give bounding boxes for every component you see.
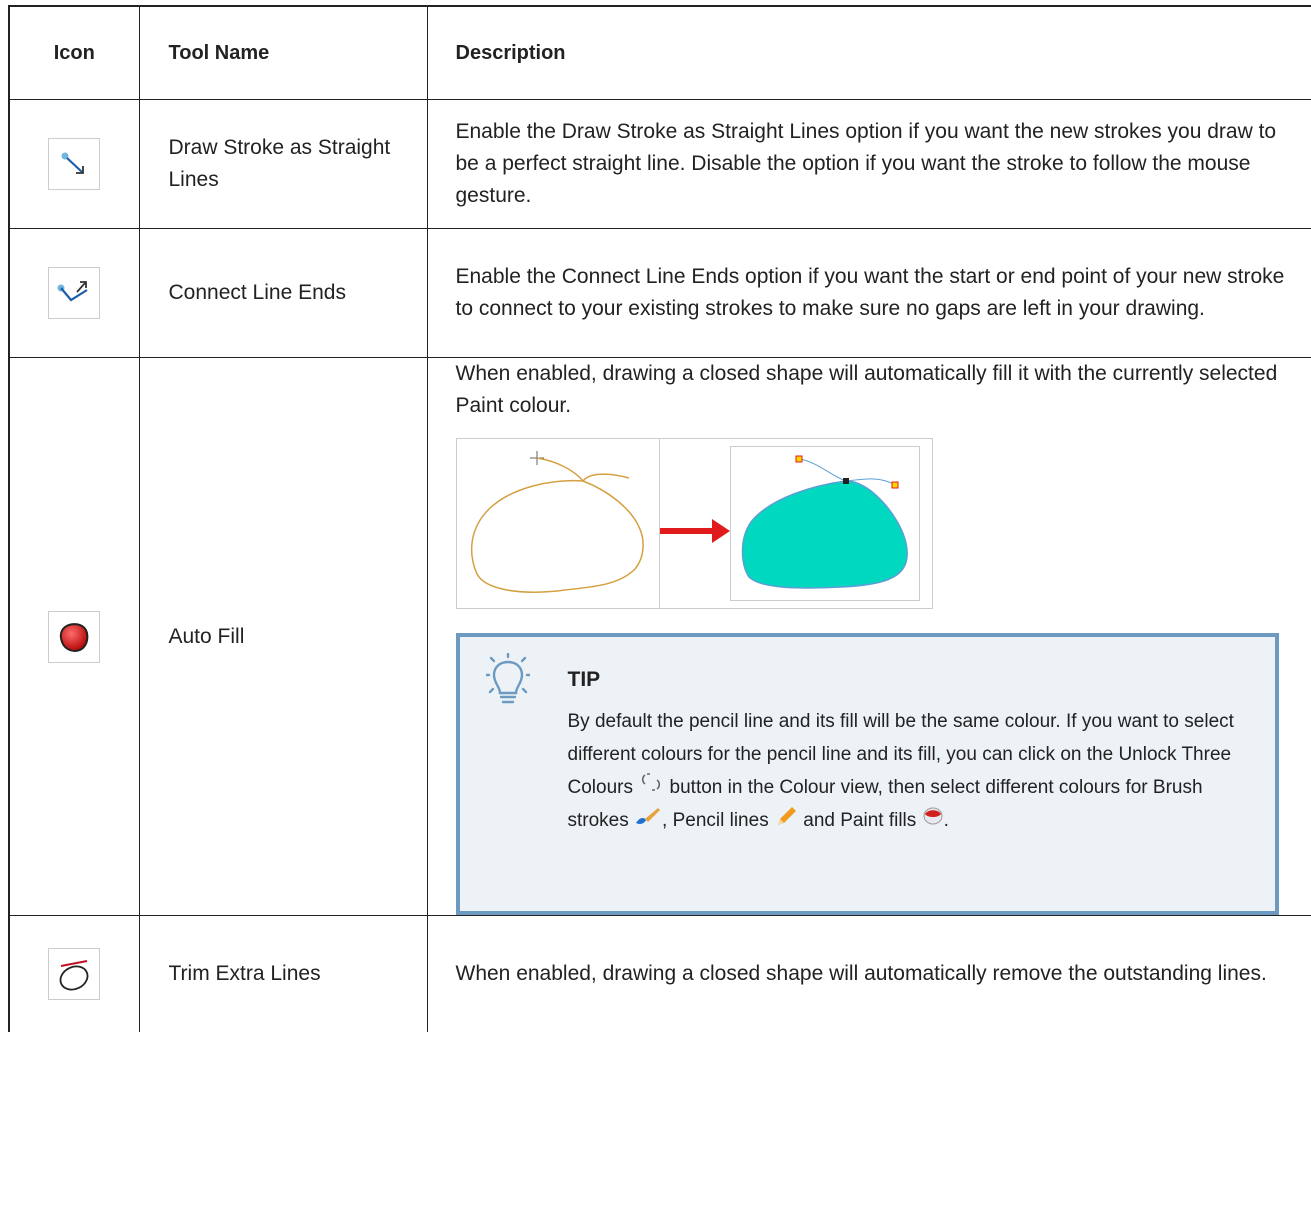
pencil-icon — [774, 805, 798, 838]
tip-text: By default the pencil line and its fill … — [568, 705, 1256, 838]
auto-fill-illustration — [455, 438, 933, 609]
before-illustration — [457, 439, 660, 608]
after-illustration — [659, 439, 932, 608]
tool-description: Enable the Connect Line Ends option if y… — [426, 228, 1311, 358]
tip-box: TIP By default the pencil line and its f… — [455, 633, 1279, 915]
header-icon: Icon — [8, 5, 140, 100]
tools-table: Icon Tool Name Description Draw Stroke a… — [8, 5, 1311, 1032]
icon-cell — [8, 357, 140, 916]
tool-name: Draw Stroke as Straight Lines — [138, 99, 428, 229]
tool-name: Auto Fill — [138, 357, 428, 916]
lightbulb-icon — [484, 652, 531, 709]
filled-shape-frame — [729, 446, 920, 601]
table-row: Auto Fill When enabled, drawing a closed… — [8, 357, 1311, 916]
brush-icon — [634, 805, 662, 838]
table-row: Connect Line Ends Enable the Connect Lin… — [8, 228, 1311, 358]
tool-description-cell: When enabled, drawing a closed shape wil… — [426, 357, 1311, 916]
icon-cell — [8, 228, 140, 358]
table-row: Trim Extra Lines When enabled, drawing a… — [8, 915, 1311, 1032]
tip-text-part: , Pencil lines — [662, 810, 769, 832]
tool-description: When enabled, drawing a closed shape wil… — [426, 915, 1311, 1032]
unlock-three-colours-icon — [638, 771, 664, 804]
tool-name: Connect Line Ends — [138, 228, 428, 358]
auto-fill-icon — [48, 610, 101, 663]
trim-extra-lines-icon — [48, 948, 101, 1000]
tool-name: Trim Extra Lines — [138, 915, 428, 1032]
tool-description: Enable the Draw Stroke as Straight Lines… — [426, 99, 1311, 229]
icon-cell — [8, 915, 140, 1032]
icon-cell — [8, 99, 140, 229]
header-tool-name: Tool Name — [138, 5, 428, 100]
tool-description: When enabled, drawing a closed shape wil… — [455, 362, 1278, 417]
tip-text-part: and Paint fills — [803, 810, 917, 832]
tip-text-part: . — [943, 810, 949, 832]
page: Icon Tool Name Description Draw Stroke a… — [0, 0, 1311, 1220]
header-description: Description — [426, 5, 1311, 100]
connect-line-ends-icon — [48, 267, 101, 319]
draw-straight-lines-icon — [48, 138, 101, 190]
paint-bucket-icon — [922, 805, 944, 838]
table-row: Draw Stroke as Straight Lines Enable the… — [8, 99, 1311, 229]
tip-title: TIP — [567, 668, 601, 691]
table-header-row: Icon Tool Name Description — [8, 5, 1311, 100]
